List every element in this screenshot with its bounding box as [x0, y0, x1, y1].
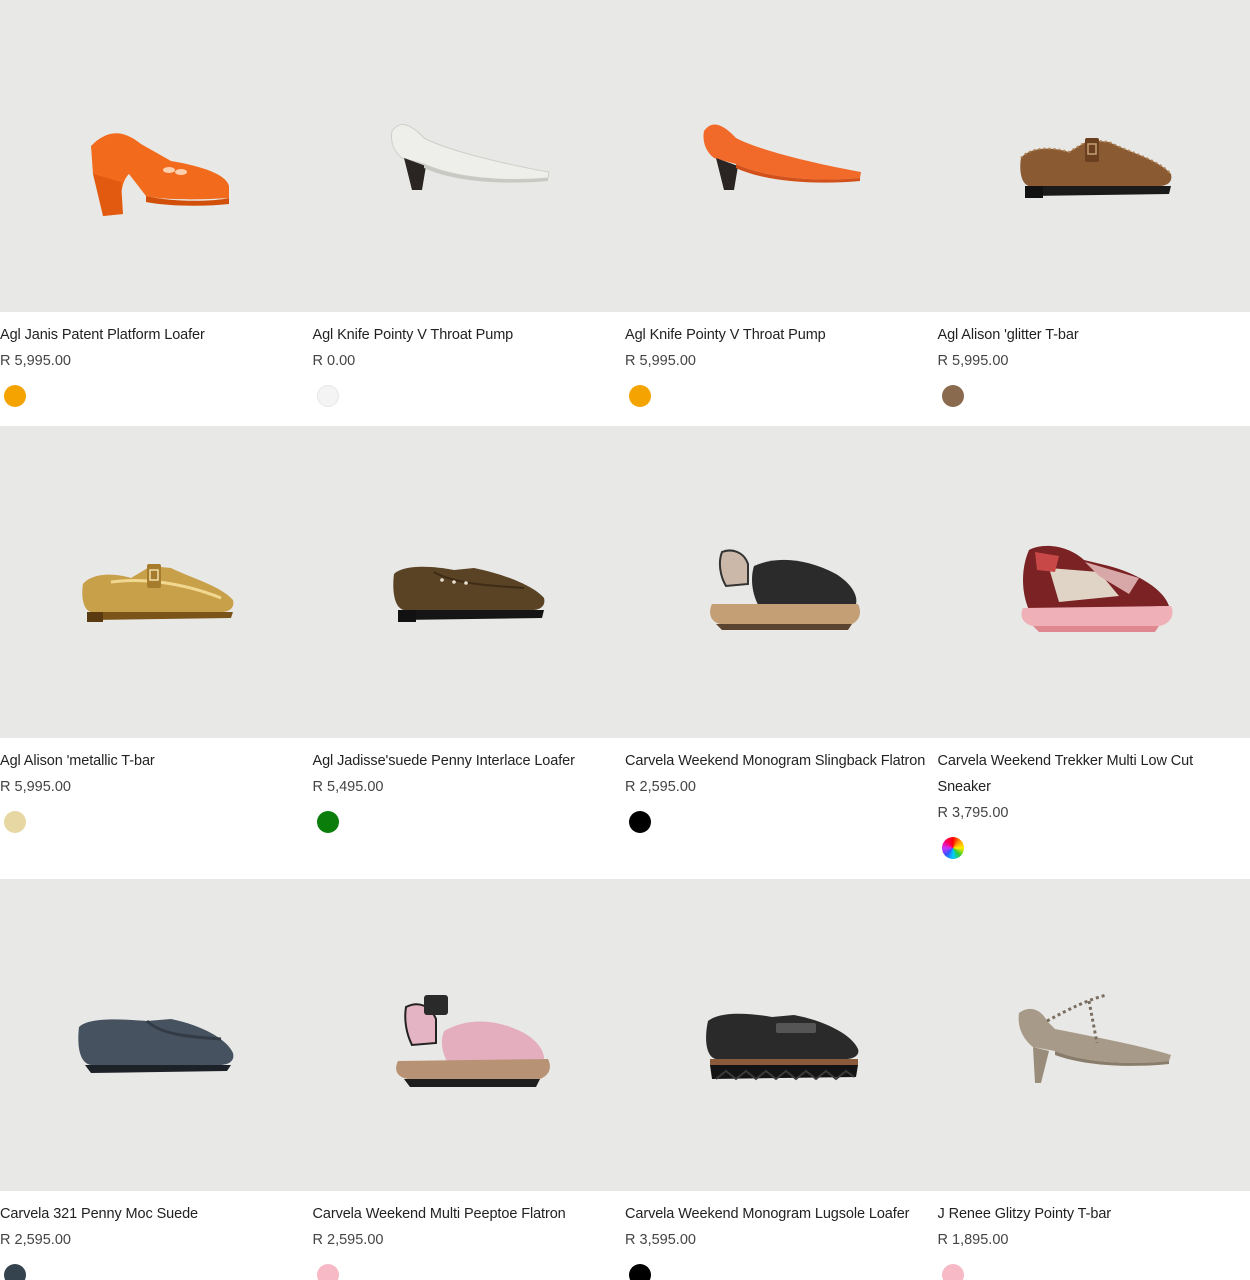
color-swatch[interactable]	[4, 1264, 26, 1280]
product-name[interactable]: J Renee Glitzy Pointy T-bar	[938, 1201, 1250, 1227]
product-price: R 0.00	[312, 353, 356, 369]
product-price: R 5,995.00	[937, 353, 1009, 369]
color-swatch[interactable]	[629, 385, 651, 407]
product-name[interactable]: Carvela Weekend Monogram Slingback Flatr…	[625, 748, 938, 774]
product-image[interactable]	[312, 426, 625, 738]
product-image[interactable]	[937, 879, 1250, 1191]
product-name[interactable]: Carvela 321 Penny Moc Suede	[0, 1201, 313, 1227]
product-image[interactable]	[0, 879, 313, 1191]
color-swatch[interactable]	[4, 385, 26, 407]
product-name[interactable]: Carvela Weekend Trekker Multi Low Cut Sn…	[938, 748, 1250, 800]
platform-loafer-icon	[91, 133, 230, 216]
pointy-pump-icon	[390, 124, 550, 190]
color-swatch[interactable]	[316, 811, 339, 833]
pointy-pump-icon	[703, 124, 862, 190]
pointy-t-bar-heel-icon	[1018, 993, 1171, 1083]
product-image[interactable]	[937, 426, 1250, 738]
product-card[interactable]: Carvela Weekend Multi Peeptoe Flatron R …	[312, 879, 626, 1280]
product-image[interactable]	[625, 879, 938, 1191]
color-swatch[interactable]	[629, 1264, 651, 1280]
product-price: R 2,595.00	[625, 779, 696, 795]
product-card[interactable]: Carvela 321 Penny Moc Suede R 2,595.00	[0, 879, 313, 1280]
product-card[interactable]: Agl Jadisse'suede Penny Interlace Loafer…	[312, 426, 626, 879]
product-name[interactable]: Agl Alison 'metallic T-bar	[0, 748, 313, 774]
product-image[interactable]	[625, 0, 938, 312]
product-name[interactable]: Carvela Weekend Multi Peeptoe Flatron	[313, 1201, 626, 1227]
product-name[interactable]: Agl Knife Pointy V Throat Pump	[313, 322, 626, 348]
product-price: R 1,895.00	[937, 1232, 1009, 1248]
color-swatch[interactable]	[316, 385, 339, 407]
product-card[interactable]: Agl Knife Pointy V Throat Pump R 0.00	[312, 0, 626, 426]
product-name[interactable]: Carvela Weekend Monogram Lugsole Loafer	[625, 1201, 938, 1227]
moccasin-icon	[78, 1019, 234, 1073]
product-name[interactable]: Agl Knife Pointy V Throat Pump	[625, 322, 938, 348]
product-image[interactable]	[937, 0, 1250, 312]
product-card[interactable]: Agl Alison 'metallic T-bar R 5,995.00	[0, 426, 313, 879]
product-card[interactable]: Carvela Weekend Monogram Lugsole Loafer …	[625, 879, 938, 1280]
product-row: Carvela 321 Penny Moc Suede R 2,595.00 C…	[0, 879, 1250, 1280]
penny-loafer-icon	[393, 566, 545, 622]
product-card[interactable]: Agl Alison 'glitter T-bar R 5,995.00	[937, 0, 1250, 426]
product-price: R 2,595.00	[0, 1232, 71, 1248]
product-image[interactable]	[0, 426, 313, 738]
product-image[interactable]	[625, 426, 938, 738]
product-name[interactable]: Agl Janis Patent Platform Loafer	[0, 322, 313, 348]
product-price: R 3,795.00	[937, 805, 1009, 821]
product-name[interactable]: Agl Jadisse'suede Penny Interlace Loafer	[313, 748, 626, 774]
product-image[interactable]	[0, 0, 313, 312]
color-swatch[interactable]	[629, 811, 651, 833]
product-price: R 5,995.00	[625, 353, 696, 369]
product-price: R 5,495.00	[312, 779, 384, 795]
product-row: Agl Janis Patent Platform Loafer R 5,995…	[0, 0, 1250, 426]
product-grid: Agl Janis Patent Platform Loafer R 5,995…	[0, 0, 1250, 1280]
peeptoe-sandal-icon	[395, 995, 550, 1087]
product-card[interactable]: J Renee Glitzy Pointy T-bar R 1,895.00	[937, 879, 1250, 1280]
product-image[interactable]	[312, 879, 625, 1191]
color-swatch[interactable]	[941, 1264, 964, 1280]
product-card[interactable]: Agl Janis Patent Platform Loafer R 5,995…	[0, 0, 313, 426]
product-card[interactable]: Carvela Weekend Monogram Slingback Flatr…	[625, 426, 938, 879]
product-image[interactable]	[312, 0, 625, 312]
color-swatch[interactable]	[941, 385, 964, 407]
product-price: R 5,995.00	[0, 779, 71, 795]
product-card[interactable]: Agl Knife Pointy V Throat Pump R 5,995.0…	[625, 0, 938, 426]
product-name[interactable]: Agl Alison 'glitter T-bar	[938, 322, 1250, 348]
t-bar-shoe-icon	[1019, 138, 1172, 198]
t-bar-shoe-icon	[82, 564, 234, 622]
product-price: R 3,595.00	[625, 1232, 696, 1248]
product-row: Agl Alison 'metallic T-bar R 5,995.00 Ag…	[0, 426, 1250, 879]
color-swatch[interactable]	[941, 837, 964, 859]
slingback-sandal-icon	[710, 549, 861, 630]
lugsole-loafer-icon	[706, 1013, 859, 1081]
sneaker-icon	[1021, 545, 1173, 632]
color-swatch[interactable]	[4, 811, 26, 833]
color-swatch[interactable]	[316, 1264, 339, 1280]
product-price: R 2,595.00	[312, 1232, 384, 1248]
product-card[interactable]: Carvela Weekend Trekker Multi Low Cut Sn…	[937, 426, 1250, 879]
product-price: R 5,995.00	[0, 353, 71, 369]
